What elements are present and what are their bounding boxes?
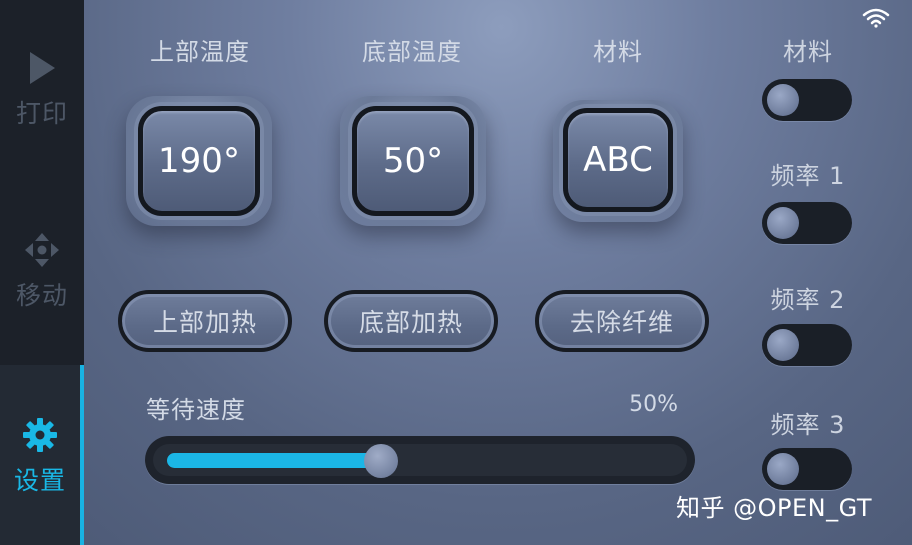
sidebar-item-settings[interactable]: 设置 (0, 365, 84, 545)
material-title: 材料 (593, 38, 643, 66)
top-temperature-title: 上部温度 (150, 38, 250, 66)
toggle-label-frequency-3: 频率 3 (770, 411, 846, 439)
toggle-knob (767, 329, 799, 361)
toggle-knob (767, 207, 799, 239)
move-arrows-icon (25, 233, 59, 267)
slider-fill (167, 453, 382, 468)
toggle-knob (767, 453, 799, 485)
wait-speed-label: 等待速度 (146, 396, 246, 424)
top-temperature-button[interactable]: 190° (138, 106, 260, 216)
remove-fiber-button[interactable]: 去除纤维 (535, 290, 709, 352)
sidebar-item-label: 打印 (15, 99, 68, 128)
toggle-label-frequency-2: 频率 2 (770, 286, 846, 314)
sidebar-item-move[interactable]: 移动 (0, 232, 84, 312)
toggle-knob (767, 84, 799, 116)
bottom-temperature-title: 底部温度 (362, 38, 462, 66)
sidebar-item-label: 设置 (13, 466, 66, 495)
slider-handle[interactable] (364, 444, 399, 478)
play-icon (30, 52, 55, 84)
sidebar-item-label: 移动 (15, 281, 68, 310)
sidebar-item-print[interactable]: 打印 (0, 50, 84, 130)
sidebar: 打印 移动 设置 (0, 0, 84, 545)
toggle-frequency-3[interactable] (762, 448, 852, 490)
toggle-frequency-2[interactable] (762, 324, 852, 366)
wait-speed-value: 50% (629, 392, 678, 417)
toggle-material[interactable] (762, 79, 852, 121)
toggle-label-material: 材料 (783, 38, 833, 66)
wifi-icon (862, 8, 890, 28)
toggle-frequency-1[interactable] (762, 202, 852, 244)
material-button[interactable]: ABC (563, 108, 673, 212)
gear-icon (23, 418, 57, 452)
toggle-label-frequency-1: 频率 1 (770, 162, 846, 190)
bottom-temperature-button[interactable]: 50° (352, 106, 474, 216)
watermark: 知乎 @OPEN_GT (676, 494, 873, 522)
top-heat-button[interactable]: 上部加热 (118, 290, 292, 352)
bottom-heat-button[interactable]: 底部加热 (324, 290, 498, 352)
